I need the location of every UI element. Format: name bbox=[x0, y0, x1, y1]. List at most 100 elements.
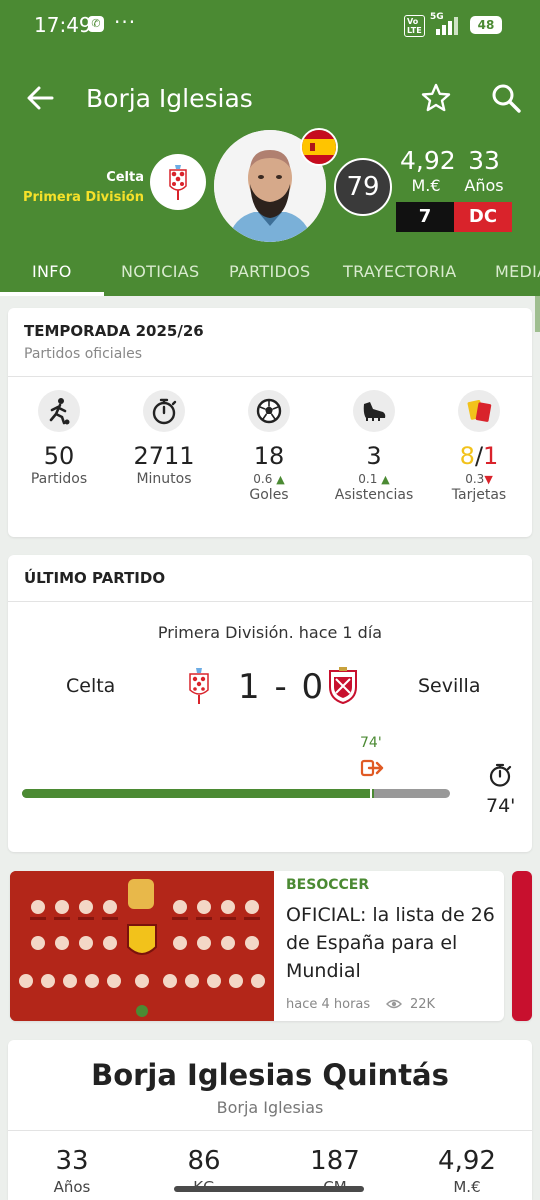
signal-icon bbox=[436, 17, 458, 35]
favorite-star-icon[interactable] bbox=[420, 82, 452, 114]
market-value-unit: M.€ bbox=[411, 176, 441, 195]
minutes-value: 2711 bbox=[133, 442, 195, 470]
status-bar: 17:49 ✆ ··· Vo LTE 5G 48 bbox=[0, 0, 540, 52]
substitution-minute: 74' bbox=[360, 735, 382, 751]
news-views: 22K bbox=[410, 997, 436, 1012]
sevilla-crest-icon bbox=[329, 667, 357, 705]
match-score: 1 - 0 bbox=[238, 667, 326, 707]
trend-up-icon: ▲ bbox=[276, 473, 285, 486]
divider bbox=[8, 376, 532, 377]
tab-bar: INFO NOTICIAS PARTIDOS TRAYECTORIA MEDIA bbox=[0, 252, 540, 296]
season-title: TEMPORADA 2025/26 bbox=[24, 322, 204, 340]
minutes-played-bar bbox=[22, 789, 450, 798]
goals-per-match: 0.6 ▲ bbox=[253, 472, 285, 486]
stat-matches: 50 Partidos bbox=[9, 390, 109, 487]
soccer-ball-icon bbox=[248, 390, 290, 432]
bio-age-label: Años bbox=[53, 1178, 91, 1196]
more-notifications-icon: ··· bbox=[114, 10, 137, 34]
whatsapp-icon: ✆ bbox=[88, 16, 104, 32]
celta-crest-icon bbox=[189, 668, 209, 704]
bio-weight-value: 86 bbox=[187, 1146, 221, 1176]
bio-age: 33 Años bbox=[22, 1146, 122, 1196]
news-source: BESOCCER bbox=[286, 877, 370, 893]
assists-per-match: 0.1 ▲ bbox=[358, 472, 390, 486]
matches-label: Partidos bbox=[30, 471, 88, 487]
player-rating: 79 bbox=[334, 158, 392, 216]
stat-assists: 3 0.1 ▲ Asistencias bbox=[324, 390, 424, 503]
assists-value: 3 bbox=[366, 442, 382, 470]
minutes-played-fill bbox=[22, 789, 374, 798]
matches-value: 50 bbox=[43, 442, 75, 470]
last-match-card[interactable]: ÚLTIMO PARTIDO Primera División. hace 1 … bbox=[8, 555, 532, 852]
divider bbox=[8, 601, 532, 602]
home-team-name: Celta bbox=[66, 675, 116, 697]
news-title[interactable]: OFICIAL: la lista de 26 de España para e… bbox=[286, 901, 496, 985]
stat-cards: 8/1 0.3▼ Tarjetas bbox=[429, 390, 529, 503]
news-time: hace 4 horas bbox=[286, 997, 371, 1012]
back-arrow-icon[interactable] bbox=[24, 82, 56, 114]
red-cards-value: 1 bbox=[483, 442, 499, 470]
away-team-name: Sevilla bbox=[418, 675, 481, 697]
bio-height-value: 187 bbox=[310, 1146, 360, 1176]
player-kick-icon bbox=[38, 390, 80, 432]
trend-down-icon: ▼ bbox=[484, 473, 493, 486]
player-full-name: Borja Iglesias Quintás bbox=[91, 1058, 449, 1092]
shirt-number: 7 bbox=[396, 202, 454, 232]
stat-minutes: 2711 Minutos bbox=[114, 390, 214, 487]
tab-trayectoria[interactable]: TRAYECTORIA bbox=[343, 262, 456, 281]
cards-value: 8/1 bbox=[459, 442, 499, 470]
substitution-out-icon bbox=[360, 759, 384, 777]
cards-icon bbox=[458, 390, 500, 432]
spain-flag-icon bbox=[300, 128, 338, 166]
minutes-label: Minutos bbox=[136, 471, 192, 487]
stopwatch-icon bbox=[143, 390, 185, 432]
tab-partidos[interactable]: PARTIDOS bbox=[229, 262, 311, 281]
stopwatch-icon bbox=[489, 763, 512, 787]
player-age: 33 bbox=[468, 146, 500, 175]
position-badge: DC bbox=[454, 202, 512, 232]
gesture-nav-bar[interactable] bbox=[174, 1186, 364, 1192]
player-short-name: Borja Iglesias bbox=[216, 1098, 324, 1117]
goals-label: Goles bbox=[249, 487, 289, 503]
divider bbox=[8, 1130, 532, 1131]
bio-age-value: 33 bbox=[55, 1146, 89, 1176]
news-card[interactable]: BESOCCER OFICIAL: la lista de 26 de Espa… bbox=[10, 871, 504, 1021]
tab-media[interactable]: MEDIA bbox=[495, 262, 540, 281]
stat-goals: 18 0.6 ▲ Goles bbox=[219, 390, 319, 503]
tab-noticias[interactable]: NOTICIAS bbox=[121, 262, 199, 281]
trend-up-icon: ▲ bbox=[381, 473, 390, 486]
status-time: 17:49 bbox=[34, 13, 92, 37]
cards-per-match: 0.3▼ bbox=[465, 472, 493, 486]
match-competition-time: Primera División. hace 1 día bbox=[157, 623, 383, 642]
assists-label: Asistencias bbox=[334, 487, 414, 503]
battery-icon: 48 bbox=[470, 16, 502, 34]
bio-value-value: 4,92 bbox=[438, 1146, 496, 1176]
last-match-title: ÚLTIMO PARTIDO bbox=[24, 569, 166, 587]
active-tab-indicator bbox=[0, 292, 104, 296]
substitution-marker bbox=[370, 783, 372, 803]
boot-icon bbox=[353, 390, 395, 432]
next-news-card-peek[interactable] bbox=[512, 871, 532, 1021]
page-title: Borja Iglesias bbox=[86, 84, 253, 113]
eye-icon bbox=[386, 999, 402, 1009]
goals-value: 18 bbox=[253, 442, 285, 470]
league-name[interactable]: Primera División bbox=[23, 190, 144, 205]
season-stats-card[interactable]: TEMPORADA 2025/26 Partidos oficiales 50 … bbox=[8, 308, 532, 537]
volte-icon: Vo LTE bbox=[404, 15, 425, 37]
player-bio-card: Borja Iglesias Quintás Borja Iglesias 33… bbox=[8, 1040, 532, 1200]
news-image[interactable] bbox=[10, 871, 274, 1021]
club-name[interactable]: Celta bbox=[106, 170, 144, 185]
minutes-played-value: 74' bbox=[486, 795, 516, 817]
celta-crest-icon[interactable] bbox=[150, 154, 206, 210]
scroll-indicator bbox=[535, 296, 540, 332]
search-icon[interactable] bbox=[490, 82, 522, 114]
market-value: 4,92 bbox=[400, 146, 456, 175]
cards-label: Tarjetas bbox=[451, 487, 507, 503]
bio-value: 4,92 M.€ bbox=[417, 1146, 517, 1196]
tab-info[interactable]: INFO bbox=[32, 262, 72, 281]
bio-value-label: M.€ bbox=[453, 1178, 481, 1196]
player-header: Borja Iglesias Celta Primera División 79… bbox=[0, 52, 540, 296]
player-age-unit: Años bbox=[464, 176, 504, 195]
season-subtitle: Partidos oficiales bbox=[24, 346, 143, 362]
yellow-cards-value: 8 bbox=[459, 442, 475, 470]
